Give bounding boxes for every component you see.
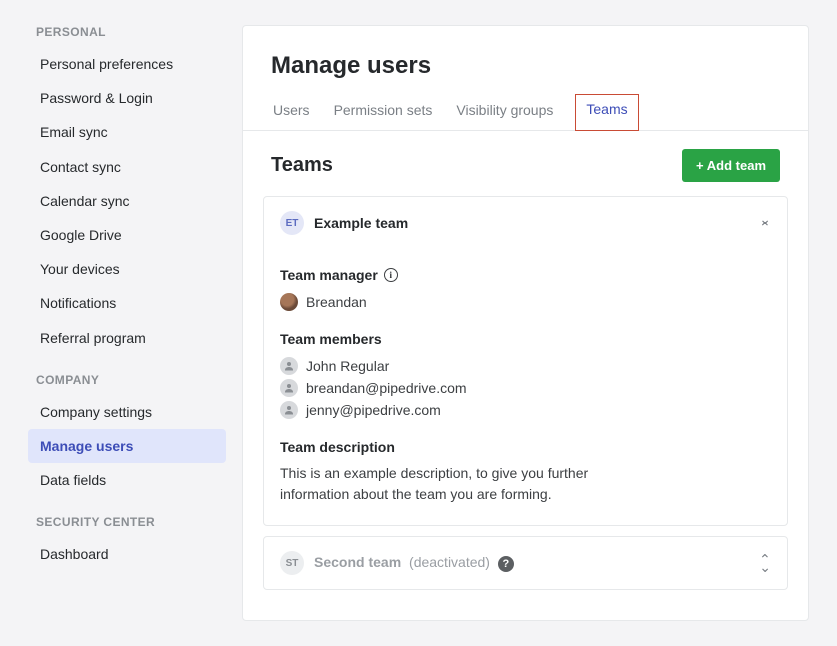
- sidebar-section-security: SECURITY CENTER: [28, 515, 226, 537]
- sidebar-item-dashboard[interactable]: Dashboard: [28, 537, 226, 571]
- team-badge: ST: [280, 551, 304, 575]
- sidebar-item-google-drive[interactable]: Google Drive: [28, 218, 226, 252]
- team-member-row: John Regular: [280, 355, 771, 377]
- page-title: Manage users: [271, 52, 780, 80]
- team-card-header[interactable]: ST Second team (deactivated) ? ⌄⌄: [264, 537, 787, 589]
- sidebar: PERSONAL Personal preferences Password &…: [28, 25, 226, 621]
- team-manager-label: Team manager i: [280, 267, 771, 283]
- sidebar-item-data-fields[interactable]: Data fields: [28, 463, 226, 497]
- team-member-name: John Regular: [306, 358, 389, 374]
- sidebar-item-contact-sync[interactable]: Contact sync: [28, 150, 226, 184]
- tab-permission-sets[interactable]: Permission sets: [332, 94, 435, 130]
- team-description-label: Team description: [280, 439, 771, 455]
- team-member-name: breandan@pipedrive.com: [306, 380, 467, 396]
- team-card-second: ST Second team (deactivated) ? ⌄⌄: [263, 536, 788, 590]
- tab-users[interactable]: Users: [271, 94, 312, 130]
- tab-visibility-groups[interactable]: Visibility groups: [454, 94, 555, 130]
- sidebar-item-company-settings[interactable]: Company settings: [28, 395, 226, 429]
- sidebar-item-calendar-sync[interactable]: Calendar sync: [28, 184, 226, 218]
- team-description: This is an example description, to give …: [280, 463, 600, 505]
- sidebar-item-manage-users[interactable]: Manage users: [28, 429, 226, 463]
- sidebar-item-referral-program[interactable]: Referral program: [28, 321, 226, 355]
- team-member-row: breandan@pipedrive.com: [280, 377, 771, 399]
- main-panel: Manage users Users Permission sets Visib…: [242, 25, 809, 621]
- avatar: [280, 357, 298, 375]
- collapse-icon[interactable]: ⌄⌄: [759, 215, 771, 231]
- tab-teams[interactable]: Teams: [575, 94, 638, 131]
- team-member-row: jenny@pipedrive.com: [280, 399, 771, 421]
- add-team-button[interactable]: + Add team: [682, 149, 780, 182]
- team-status: (deactivated): [409, 554, 490, 570]
- team-manager-row: Breandan: [280, 291, 771, 313]
- team-name: Second team (deactivated) ?: [314, 554, 514, 572]
- sidebar-item-email-sync[interactable]: Email sync: [28, 115, 226, 149]
- sidebar-item-password-login[interactable]: Password & Login: [28, 81, 226, 115]
- team-member-name: jenny@pipedrive.com: [306, 402, 441, 418]
- team-manager-name: Breandan: [306, 294, 367, 310]
- team-card-header[interactable]: ET Example team ⌄⌄: [264, 197, 787, 249]
- expand-icon[interactable]: ⌄⌄: [759, 555, 771, 571]
- team-name: Example team: [314, 215, 408, 231]
- avatar: [280, 293, 298, 311]
- team-badge: ET: [280, 211, 304, 235]
- section-title: Teams: [271, 154, 333, 177]
- avatar: [280, 401, 298, 419]
- sidebar-item-personal-preferences[interactable]: Personal preferences: [28, 47, 226, 81]
- info-icon[interactable]: i: [384, 268, 398, 282]
- sidebar-item-notifications[interactable]: Notifications: [28, 286, 226, 320]
- help-icon[interactable]: ?: [498, 556, 514, 572]
- sidebar-item-your-devices[interactable]: Your devices: [28, 252, 226, 286]
- team-members-label: Team members: [280, 331, 771, 347]
- sidebar-section-personal: PERSONAL: [28, 25, 226, 47]
- team-card-example: ET Example team ⌄⌄ Team manager i Breand…: [263, 196, 788, 526]
- tabs: Users Permission sets Visibility groups …: [243, 94, 808, 131]
- avatar: [280, 379, 298, 397]
- sidebar-section-company: COMPANY: [28, 373, 226, 395]
